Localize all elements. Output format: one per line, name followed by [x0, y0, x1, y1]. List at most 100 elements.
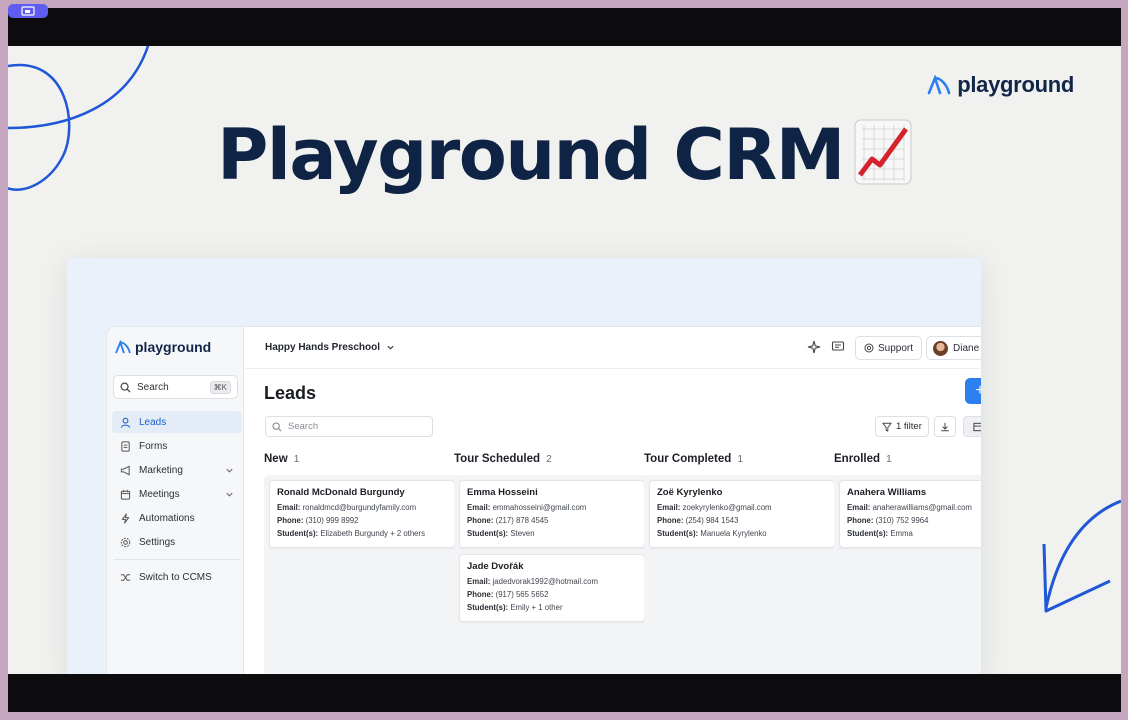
- chat-icon[interactable]: [831, 340, 845, 354]
- field-label: Phone:: [657, 516, 684, 525]
- slide-icon: [927, 75, 951, 95]
- brand-name: playground: [957, 72, 1074, 97]
- school-selector[interactable]: Happy Hands Preschool: [265, 342, 395, 353]
- filter-label: 1 filter: [896, 421, 922, 432]
- sidebar-logo[interactable]: playground: [115, 339, 211, 355]
- sidebar-item-meetings[interactable]: Meetings: [112, 483, 242, 505]
- column-count: 1: [293, 453, 300, 465]
- lead-name: Ronald McDonald Burgundy: [277, 487, 405, 498]
- sidebar-item-forms[interactable]: Forms: [112, 435, 242, 457]
- column-header: New 1: [264, 453, 460, 469]
- sidebar-item-label: Marketing: [139, 464, 183, 476]
- support-button[interactable]: Support: [855, 336, 923, 360]
- field-label: Email:: [657, 503, 681, 512]
- field-value: Steven: [510, 529, 535, 538]
- column-header: Tour Completed 1: [644, 453, 840, 469]
- chevron-down-icon: [226, 492, 233, 497]
- board-view-toggle[interactable]: [963, 416, 981, 437]
- column-title: Enrolled: [834, 453, 881, 465]
- lead-email: Email: emmahosseini@gmail.com: [467, 503, 637, 512]
- field-value: jadedvorak1992@hotmail.com: [492, 577, 599, 586]
- filter-icon: [882, 422, 892, 432]
- sidebar-item-label: Leads: [139, 416, 167, 428]
- field-label: Email:: [277, 503, 301, 512]
- filter-button[interactable]: 1 filter: [875, 416, 929, 437]
- field-value: (917) 565 5652: [495, 590, 549, 599]
- presentation-slide: playground Playground CRM playground Sea…: [8, 46, 1121, 674]
- chart-increasing-icon: [854, 119, 912, 202]
- column-body: Zoë Kyrylenko Email: zoekyrylenko@gmail.…: [644, 475, 840, 674]
- screen-share-indicator[interactable]: [8, 4, 48, 18]
- field-value: (217) 878 4545: [495, 516, 549, 525]
- lead-phone: Phone: (254) 984 1543: [657, 516, 827, 525]
- sidebar-item-label: Automations: [139, 512, 195, 524]
- column-header: Tour Scheduled 2: [454, 453, 650, 469]
- sidebar-item-label: Switch to CCMS: [139, 571, 212, 583]
- sidebar-item-settings[interactable]: Settings: [112, 531, 242, 553]
- field-value: Emma: [890, 529, 913, 538]
- field-value: (310) 752 9964: [875, 516, 929, 525]
- lead-name: Zoë Kyrylenko: [657, 487, 723, 498]
- column-body: Anahera Williams Email: anaherawilliams@…: [834, 475, 981, 674]
- field-label: Phone:: [467, 516, 494, 525]
- column-title: New: [264, 453, 288, 465]
- lead-students: Student(s): Emma: [847, 529, 981, 538]
- search-placeholder: Search: [288, 421, 319, 432]
- sidebar-item-marketing[interactable]: Marketing: [112, 459, 242, 481]
- megaphone-icon: [120, 465, 130, 475]
- sidebar-item-label: Forms: [139, 440, 168, 452]
- screen-share-icon: [21, 6, 35, 16]
- lead-name: Jade Dvořák: [467, 561, 524, 572]
- sparkle-icon[interactable]: [807, 340, 821, 354]
- field-label: Student(s):: [277, 529, 319, 538]
- field-label: Student(s):: [467, 603, 509, 612]
- kanban-column-new: New 1 Ronald McDonald Burgundy Email: ro…: [264, 453, 460, 674]
- sidebar-divider: [114, 559, 240, 560]
- field-label: Email:: [467, 577, 491, 586]
- field-label: Phone:: [467, 590, 494, 599]
- sidebar-item-switch-ccms[interactable]: Switch to CCMS: [112, 566, 242, 588]
- sidebar-item-label: Meetings: [139, 488, 180, 500]
- crm-app: playground Search ⌘K Leads Forms Marketi…: [106, 326, 981, 674]
- user-menu[interactable]: Diane: [926, 336, 981, 360]
- lead-phone: Phone: (917) 565 5652: [467, 590, 637, 599]
- column-body: Emma Hosseini Email: emmahosseini@gmail.…: [454, 475, 650, 674]
- sidebar-item-leads[interactable]: Leads: [112, 411, 242, 433]
- sidebar-nav: Leads Forms Marketing Meetings Automatio…: [112, 411, 242, 590]
- field-label: Email:: [847, 503, 871, 512]
- document-icon: [121, 440, 130, 452]
- lead-name: Anahera Williams: [847, 487, 927, 498]
- download-button[interactable]: [934, 416, 956, 437]
- lead-card[interactable]: Zoë Kyrylenko Email: zoekyrylenko@gmail.…: [649, 480, 835, 548]
- lead-students: Student(s): Steven: [467, 529, 637, 538]
- sidebar-search[interactable]: Search ⌘K: [113, 375, 238, 399]
- field-value: Emily + 1 other: [510, 603, 563, 612]
- app-screenshot-panel: playground Search ⌘K Leads Forms Marketi…: [67, 258, 981, 674]
- kanban-column-tour-scheduled: Tour Scheduled 2 Emma Hosseini Email: em…: [454, 453, 650, 674]
- field-label: Student(s):: [467, 529, 509, 538]
- lead-email: Email: zoekyrylenko@gmail.com: [657, 503, 827, 512]
- lead-students: Student(s): Emily + 1 other: [467, 603, 637, 612]
- column-title: Tour Completed: [644, 453, 732, 465]
- leads-search-input[interactable]: Search: [265, 416, 433, 437]
- lead-card[interactable]: Emma Hosseini Email: emmahosseini@gmail.…: [459, 480, 645, 548]
- add-lead-button[interactable]: +: [965, 378, 981, 404]
- lead-students: Student(s): Manuela Kyrylenko: [657, 529, 827, 538]
- lead-phone: Phone: (217) 878 4545: [467, 516, 637, 525]
- slide-headline: Playground CRM: [8, 114, 1121, 202]
- field-value: (310) 999 8992: [305, 516, 359, 525]
- search-icon: [120, 382, 131, 393]
- lead-card[interactable]: Ronald McDonald Burgundy Email: ronaldmc…: [269, 480, 455, 548]
- search-shortcut: ⌘K: [209, 380, 231, 394]
- gear-icon: [120, 537, 131, 547]
- lifebuoy-icon: [864, 343, 874, 353]
- sidebar-item-label: Settings: [139, 536, 176, 548]
- lead-card[interactable]: Anahera Williams Email: anaherawilliams@…: [839, 480, 981, 548]
- sidebar-item-automations[interactable]: Automations: [112, 507, 242, 529]
- search-icon: [272, 421, 282, 432]
- table-icon: [972, 422, 981, 431]
- lead-name: Emma Hosseini: [467, 487, 538, 498]
- column-body: Ronald McDonald Burgundy Email: ronaldmc…: [264, 475, 460, 674]
- lead-card[interactable]: Jade Dvořák Email: jadedvorak1992@hotmai…: [459, 554, 645, 622]
- download-icon: [941, 422, 949, 431]
